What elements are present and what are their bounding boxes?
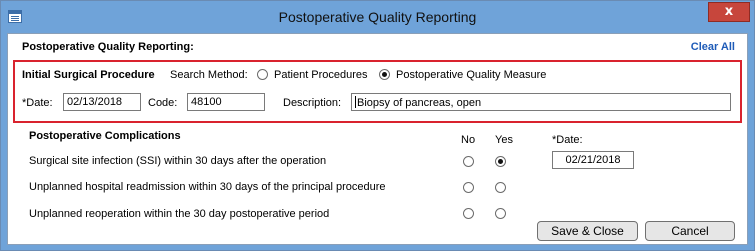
radio-patient-procedures[interactable] xyxy=(257,69,268,80)
window-title: Postoperative Quality Reporting xyxy=(278,9,477,25)
search-method-label: Search Method: xyxy=(170,69,248,81)
ssi-date-field[interactable]: 02/21/2018 xyxy=(552,151,634,169)
procedure-date-label: *Date: xyxy=(22,97,53,109)
complications-heading: Postoperative Complications xyxy=(29,130,181,142)
dialog-window: Postoperative Quality Reporting x Postop… xyxy=(0,0,755,251)
reoperation-yes-radio[interactable] xyxy=(495,208,506,219)
description-value: Biopsy of pancreas, open xyxy=(357,97,482,109)
column-date-header: *Date: xyxy=(552,134,583,146)
code-field[interactable]: 48100 xyxy=(187,93,265,111)
radio-patient-procedures-label: Patient Procedures xyxy=(274,69,368,81)
ssi-yes-radio[interactable] xyxy=(495,156,506,167)
save-close-button[interactable]: Save & Close xyxy=(537,221,638,241)
description-field[interactable]: Biopsy of pancreas, open xyxy=(351,93,731,111)
complication-row-reoperation-label: Unplanned reoperation within the 30 day … xyxy=(29,208,330,220)
radio-postoperative-quality-measure-label: Postoperative Quality Measure xyxy=(396,69,547,81)
radio-postoperative-quality-measure[interactable] xyxy=(379,69,390,80)
title-bar[interactable]: Postoperative Quality Reporting x xyxy=(1,1,754,33)
readmission-yes-radio[interactable] xyxy=(495,182,506,193)
clear-all-link[interactable]: Clear All xyxy=(691,41,735,53)
cancel-button[interactable]: Cancel xyxy=(645,221,735,241)
reoperation-no-radio[interactable] xyxy=(463,208,474,219)
readmission-no-radio[interactable] xyxy=(463,182,474,193)
text-cursor xyxy=(355,96,356,108)
procedure-date-field[interactable]: 02/13/2018 xyxy=(63,93,141,111)
close-button[interactable]: x xyxy=(708,2,750,22)
column-no-header: No xyxy=(461,134,476,146)
ssi-no-radio[interactable] xyxy=(463,156,474,167)
complication-row-readmission-label: Unplanned hospital readmission within 30… xyxy=(29,181,386,193)
description-label: Description: xyxy=(283,97,342,109)
code-label: Code: xyxy=(148,97,178,109)
complication-row-ssi-label: Surgical site infection (SSI) within 30 … xyxy=(29,155,327,167)
form-heading: Postoperative Quality Reporting: xyxy=(22,41,194,53)
form-body: Postoperative Quality Reporting: Clear A… xyxy=(7,33,748,245)
column-yes-header: Yes xyxy=(495,134,513,146)
initial-procedure-heading: Initial Surgical Procedure xyxy=(22,69,155,81)
